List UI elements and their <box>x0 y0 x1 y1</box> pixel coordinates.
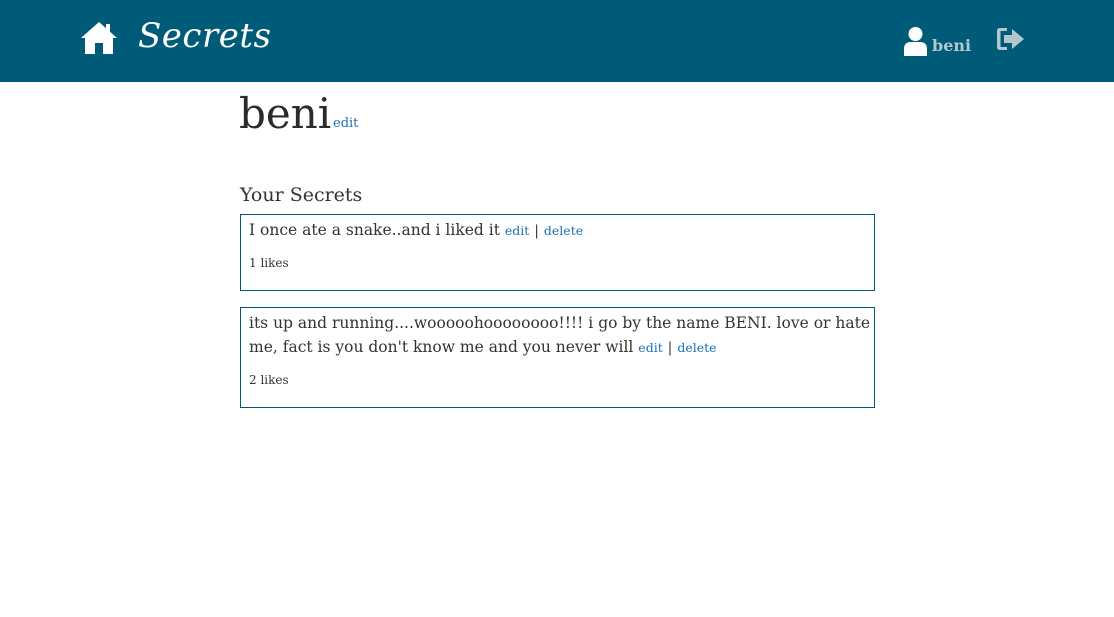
delete-secret-link[interactable]: delete <box>677 340 716 355</box>
edit-secret-link[interactable]: edit <box>505 223 529 238</box>
likes-count: 1 likes <box>249 256 289 270</box>
edit-secret-link[interactable]: edit <box>638 340 662 355</box>
secret-body: I once ate a snake..and i liked it edit … <box>249 218 874 243</box>
user-profile-link[interactable]: beni <box>903 24 971 56</box>
secret-text: I once ate a snake..and i liked it <box>249 221 500 239</box>
home-icon <box>81 22 117 54</box>
delete-secret-link[interactable]: delete <box>544 223 583 238</box>
sign-out-icon <box>997 28 1024 50</box>
secret-text: its up and running....wooooohoooooooo!!!… <box>249 314 870 356</box>
user-icon <box>904 27 927 56</box>
link-separator: | <box>667 340 673 356</box>
edit-profile-link[interactable]: edit <box>333 116 358 131</box>
profile-username: beni <box>239 89 332 138</box>
home-link[interactable] <box>80 20 118 56</box>
brand-logo[interactable]: Secrets <box>138 16 271 56</box>
secret-card: its up and running....wooooohoooooooo!!!… <box>240 307 875 408</box>
likes-count: 2 likes <box>249 373 289 387</box>
secret-body: its up and running....wooooohoooooooo!!!… <box>249 311 874 360</box>
top-navbar: Secrets beni <box>0 0 1114 82</box>
link-separator: | <box>534 223 539 239</box>
user-name: beni <box>932 36 972 55</box>
secret-card: I once ate a snake..and i liked it edit … <box>240 214 875 291</box>
section-title: Your Secrets <box>240 184 363 206</box>
logout-button[interactable] <box>996 26 1026 52</box>
